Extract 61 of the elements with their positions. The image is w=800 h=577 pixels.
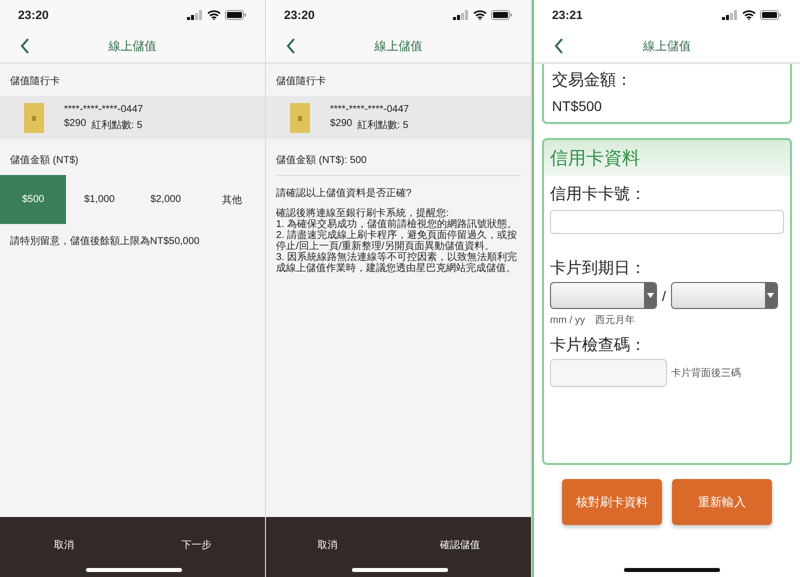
limit-note: 請特別留意，儲值後餘額上限為NT$50,000	[9, 234, 200, 249]
amount-summary: 儲值金額 (NT$): 500	[276, 153, 521, 176]
notice-text: 3. 因系統線路無法連線等不可控因素，以致無法順利完成線上儲值作業時，建議您透由星巴克網站完成儲值。	[276, 252, 518, 274]
card-balance: $290	[64, 118, 86, 130]
card-row[interactable]: ****-****-****-0447 $290 紅利點數: 5	[266, 96, 531, 139]
field-label: 信用卡卡號：	[550, 184, 647, 205]
amount-option[interactable]: 其他	[198, 175, 265, 224]
notice-text: 1. 為確保交易成功，儲值前請檢視您的網路訊號狀態。	[276, 219, 518, 230]
amount-option[interactable]: $500	[0, 175, 66, 224]
signal-icon	[722, 10, 738, 20]
battery-icon	[760, 10, 782, 20]
panel-header: 信用卡資料	[544, 140, 790, 176]
caret-icon	[767, 293, 774, 298]
amount-option[interactable]: $2,000	[132, 175, 199, 224]
back-button[interactable]	[286, 38, 296, 54]
wifi-icon	[207, 10, 221, 20]
status-time: 23:20	[284, 8, 315, 22]
card-icon	[290, 102, 310, 132]
next-button[interactable]: 下一步	[177, 534, 216, 556]
screen-title: 線上儲值	[108, 38, 156, 54]
notice-text: 2. 請盡速完成線上刷卡程序，避免頁面停留過久，或按停止/回上一頁/重新整理/另開頁面異動儲值資料。	[276, 230, 518, 252]
wifi-icon	[473, 10, 487, 20]
status-time: 23:21	[552, 8, 583, 22]
card-points: 紅利點數: 5	[357, 118, 408, 132]
signal-icon	[453, 10, 469, 20]
confirm-question: 請確認以上儲值資料是否正確?	[275, 186, 413, 201]
amount-option[interactable]: $1,000	[66, 175, 132, 224]
field-label: 卡片到期日：	[550, 258, 647, 279]
transaction-amount: NT$500	[552, 98, 603, 114]
field-label: 卡片檢查碼：	[550, 336, 647, 356]
card-balance: $290	[330, 118, 352, 130]
field-hint: mm / yy 西元月年	[550, 314, 636, 327]
section-label: 儲值金額 (NT$)	[9, 154, 80, 168]
back-button[interactable]	[554, 38, 564, 54]
card-number-field[interactable]	[550, 210, 784, 234]
screen-title: 線上儲值	[374, 38, 422, 54]
section-label: 儲值隨行卡	[9, 74, 61, 89]
screen-title: 線上儲值	[643, 38, 691, 54]
cvv-field[interactable]	[550, 359, 667, 387]
battery-icon	[225, 10, 247, 20]
next-button[interactable]: 確認儲值	[436, 534, 484, 556]
card-number: ****-****-****-0447	[64, 104, 143, 114]
cancel-button[interactable]: 取消	[313, 534, 342, 556]
separator: /	[662, 288, 666, 304]
battery-icon	[491, 10, 513, 20]
field-label: 交易金額：	[552, 70, 633, 91]
section-label: 儲值隨行卡	[275, 74, 327, 89]
card-points: 紅利點數: 5	[91, 118, 142, 132]
dropdown[interactable]	[670, 282, 778, 309]
status-time: 23:20	[18, 8, 49, 22]
cancel-button[interactable]: 取消	[50, 534, 78, 556]
card-number: ****-****-****-0447	[330, 104, 409, 114]
signal-icon	[187, 10, 203, 20]
dropdown[interactable]	[550, 282, 657, 309]
back-button[interactable]	[20, 38, 30, 54]
caret-icon	[646, 293, 654, 298]
card-icon	[24, 102, 44, 132]
notice-text: 確認後將連線至銀行刷卡系統，提醒您:	[276, 208, 450, 219]
card-row[interactable]: ****-****-****-0447 $290 紅利點數: 5	[0, 96, 265, 139]
wifi-icon	[742, 10, 756, 20]
field-hint: 卡片背面後三碼	[671, 366, 741, 380]
